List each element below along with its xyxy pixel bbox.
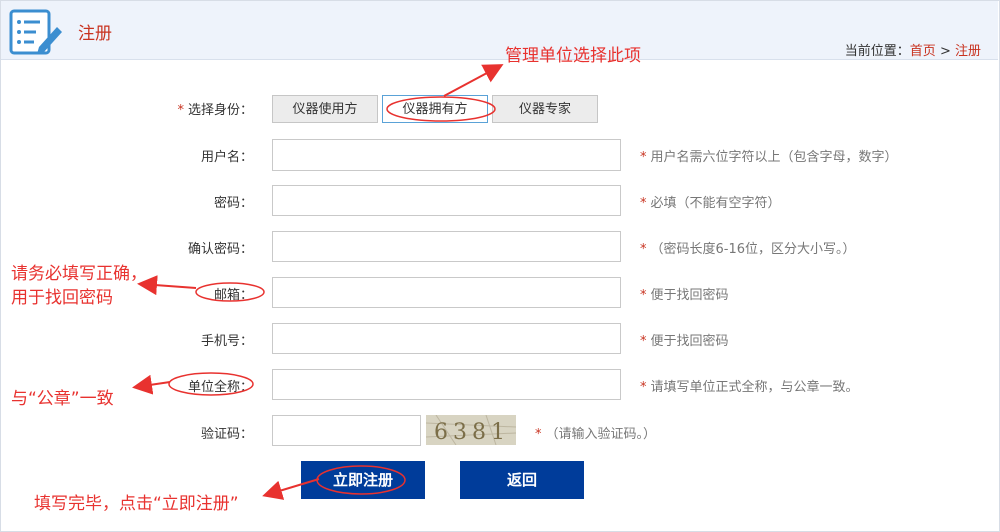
email-note: 请务必填写正确， 用于找回密码 xyxy=(11,262,147,310)
register-button-highlight xyxy=(316,465,406,495)
annotation-overlay xyxy=(132,64,504,500)
submit-note-arrow xyxy=(262,478,320,500)
owner-role-highlight xyxy=(386,96,496,122)
unit-note: 与“公章”一致 xyxy=(11,389,114,409)
email-note-line2: 用于找回密码 xyxy=(11,288,113,308)
role-note: 管理单位选择此项 xyxy=(505,46,641,66)
email-note-arrow xyxy=(137,275,197,296)
email-note-line1: 请务必填写正确， xyxy=(11,264,147,284)
role-note-arrow xyxy=(443,64,504,97)
email-label-highlight xyxy=(195,282,265,302)
unit-label-highlight xyxy=(168,372,254,396)
unit-note-arrow xyxy=(132,374,171,395)
submit-note: 填写完毕，点击“立即注册” xyxy=(34,494,239,514)
